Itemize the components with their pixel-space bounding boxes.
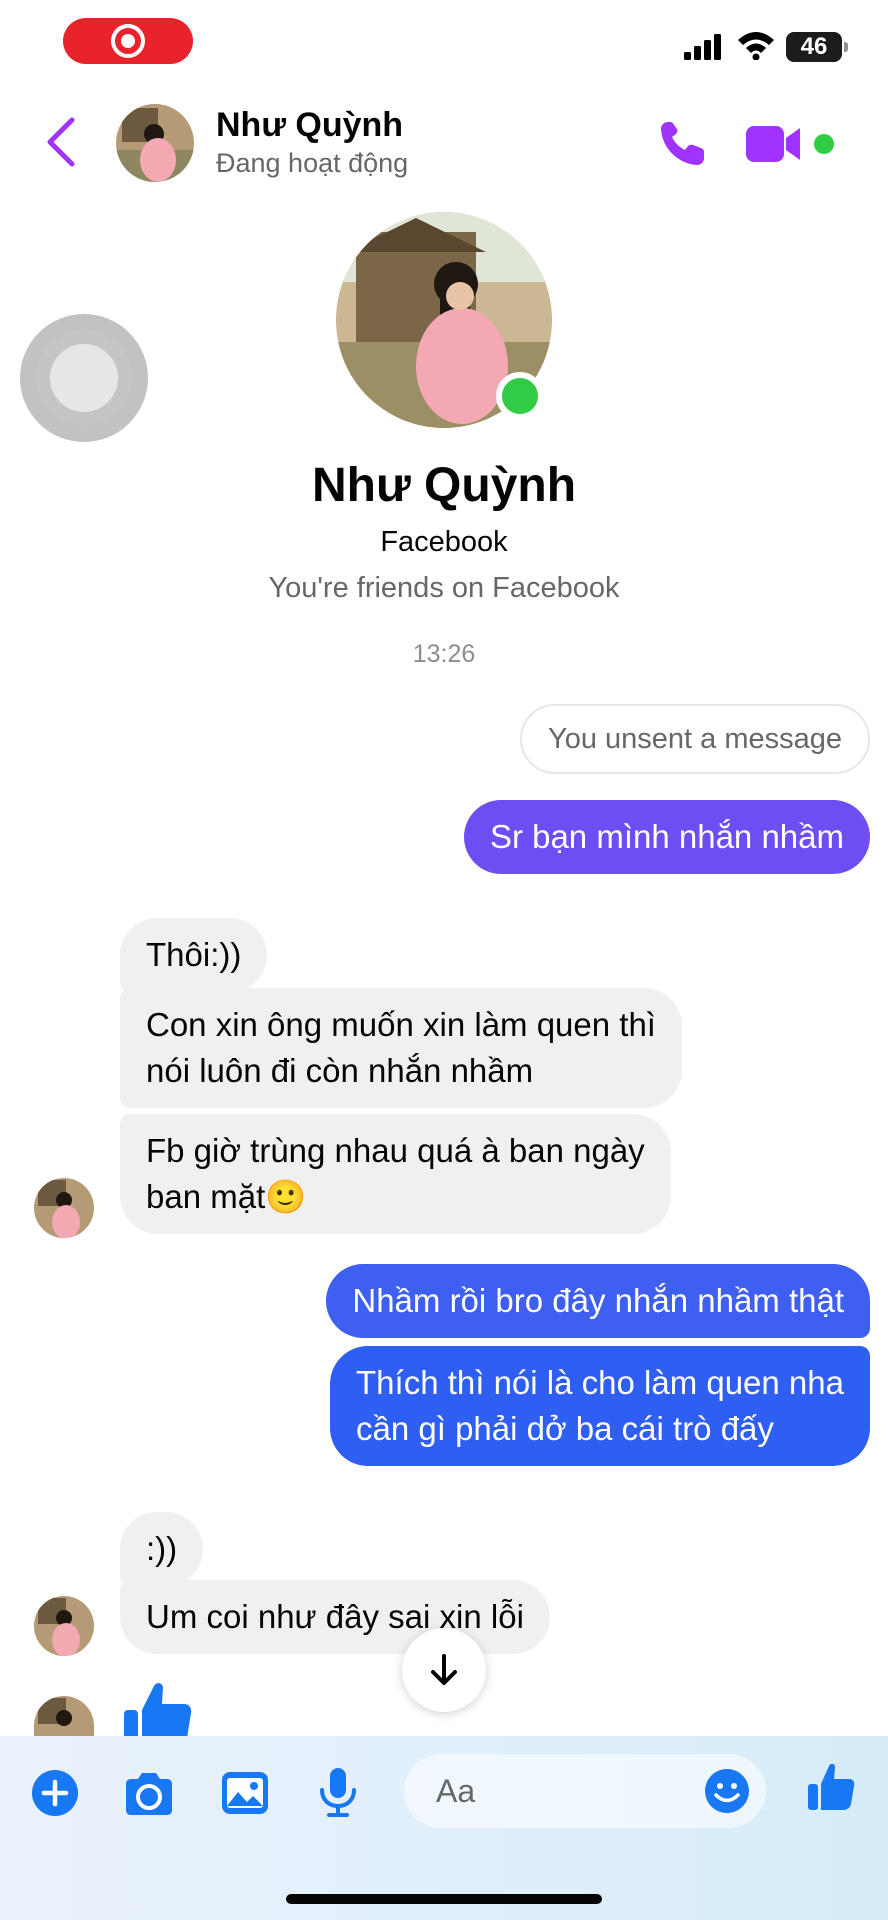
friendship-status: You're friends on Facebook bbox=[268, 572, 620, 604]
incoming-message[interactable]: :)) bbox=[120, 1512, 204, 1586]
video-camera-icon[interactable] bbox=[744, 120, 804, 168]
gallery-icon[interactable] bbox=[220, 1770, 270, 1816]
assistive-touch-button[interactable] bbox=[20, 314, 148, 442]
message-input-container[interactable] bbox=[404, 1754, 766, 1828]
camera-icon[interactable] bbox=[122, 1772, 176, 1816]
like-reaction-message[interactable] bbox=[120, 1678, 200, 1736]
wifi-icon bbox=[738, 32, 774, 60]
contact-avatar[interactable] bbox=[116, 104, 194, 182]
active-status-dot bbox=[814, 134, 834, 154]
incoming-message[interactable]: Con xin ông muốn xin làm quen thì nói lu… bbox=[120, 988, 682, 1108]
arrow-down-icon bbox=[431, 1654, 457, 1685]
message-composer bbox=[0, 1736, 888, 1920]
record-icon bbox=[111, 24, 145, 58]
back-chevron-icon[interactable] bbox=[40, 114, 84, 170]
chat-header: Như Quỳnh Đang hoạt động bbox=[0, 90, 888, 200]
incoming-message[interactable]: Um coi như đây sai xin lỗi bbox=[120, 1580, 550, 1654]
thumbs-up-icon bbox=[124, 1683, 192, 1736]
emoji-icon[interactable] bbox=[704, 1768, 750, 1814]
status-bar: 46 bbox=[0, 0, 888, 90]
cellular-signal-icon bbox=[684, 34, 721, 60]
message-timestamp: 13:26 bbox=[412, 640, 476, 668]
home-indicator[interactable] bbox=[286, 1894, 602, 1904]
outgoing-message[interactable]: Thích thì nói là cho làm quen nha cần gì… bbox=[330, 1346, 870, 1466]
message-input[interactable] bbox=[436, 1754, 676, 1828]
profile-platform: Facebook bbox=[380, 526, 508, 558]
contact-avatar-small[interactable] bbox=[34, 1178, 94, 1238]
contact-name: Như Quỳnh bbox=[216, 106, 404, 144]
online-indicator bbox=[496, 372, 544, 420]
profile-name: Như Quỳnh bbox=[311, 459, 577, 512]
phone-icon[interactable] bbox=[656, 118, 708, 170]
screen-recording-indicator[interactable] bbox=[63, 18, 193, 64]
outgoing-message[interactable]: Sr bạn mình nhắn nhầm bbox=[463, 800, 870, 874]
unsent-message-notice[interactable]: You unsent a message bbox=[520, 704, 870, 774]
incoming-message[interactable]: Thôi:)) bbox=[120, 918, 268, 992]
contact-avatar-small[interactable] bbox=[34, 1696, 94, 1736]
contact-status: Đang hoạt động bbox=[216, 148, 409, 178]
microphone-icon[interactable] bbox=[318, 1766, 358, 1818]
incoming-message[interactable]: Fb giờ trùng nhau quá à ban ngày ban mặt… bbox=[120, 1114, 671, 1234]
contact-avatar-small[interactable] bbox=[34, 1596, 94, 1656]
plus-icon[interactable] bbox=[32, 1770, 78, 1816]
battery-indicator: 46 bbox=[786, 32, 848, 62]
scroll-to-bottom-button[interactable] bbox=[402, 1628, 486, 1712]
thumbs-up-icon[interactable] bbox=[806, 1762, 856, 1814]
outgoing-message[interactable]: Nhầm rồi bro đây nhắn nhầm thật bbox=[326, 1264, 870, 1338]
